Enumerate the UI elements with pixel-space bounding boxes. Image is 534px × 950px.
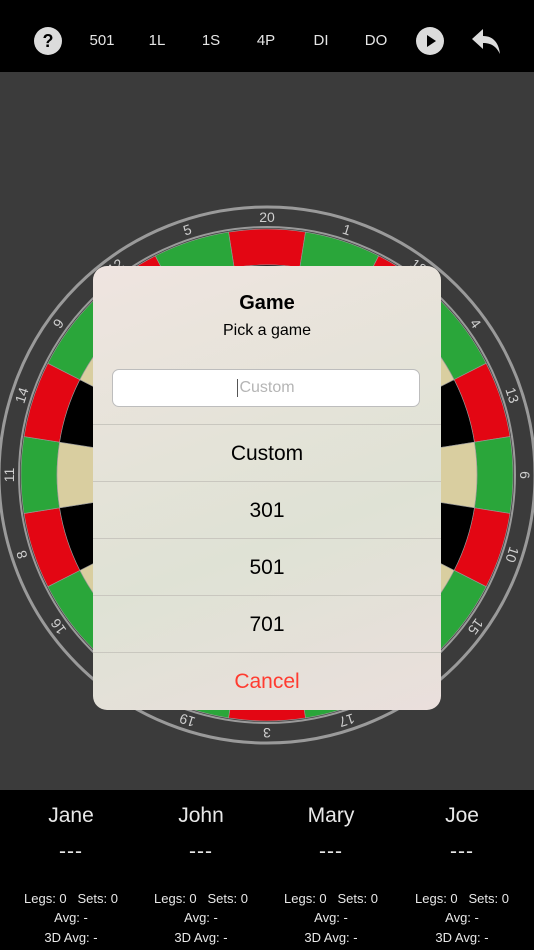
cancel-button[interactable]: Cancel (93, 652, 441, 710)
board-number-label: 13 (502, 385, 522, 405)
double-in-button[interactable]: DI (306, 22, 336, 60)
board-number-label: 5 (181, 221, 194, 239)
sets-button[interactable]: 1S (196, 22, 226, 60)
sets-value: Sets: 0 (207, 891, 248, 906)
double-segment[interactable] (474, 436, 514, 514)
game-picker-dialog: Game Pick a game Custom Custom 301 501 7… (93, 266, 441, 710)
board-number-label: 4 (467, 315, 485, 331)
scoreboard: Jane --- Legs: 0 Sets: 0 Avg: - 3D Avg: … (0, 790, 534, 950)
player-avg: Avg: - (54, 910, 88, 925)
player-score: --- (319, 840, 343, 863)
option-501[interactable]: 501 (93, 538, 441, 596)
player-legs-sets: Legs: 0 Sets: 0 (6, 891, 136, 906)
sets-value: Sets: 0 (337, 891, 378, 906)
outer-single-segment[interactable] (56, 441, 98, 509)
double-out-button[interactable]: DO (358, 22, 394, 60)
board-number-label: 3 (263, 725, 271, 741)
help-icon[interactable]: ? (34, 27, 62, 55)
outer-single-segment[interactable] (436, 441, 478, 509)
legs-value: Legs: 0 (154, 891, 197, 906)
player-avg: Avg: - (445, 910, 479, 925)
player-name: Jane (48, 804, 94, 827)
player-name: John (178, 804, 224, 827)
custom-game-input[interactable]: Custom (112, 369, 420, 407)
player-name: Mary (307, 804, 355, 827)
player-score: --- (59, 840, 83, 863)
board-number-label: 20 (259, 209, 275, 225)
play-icon[interactable] (416, 27, 444, 55)
player-3d-avg: 3D Avg: - (304, 930, 358, 945)
top-toolbar: ? 501 1L 1S 4P DI DO (0, 0, 534, 72)
players-button[interactable]: 4P (251, 22, 281, 60)
double-segment[interactable] (228, 228, 306, 268)
input-placeholder: Custom (239, 379, 295, 396)
legs-value: Legs: 0 (24, 891, 67, 906)
legs-value: Legs: 0 (284, 891, 327, 906)
board-number-label: 19 (177, 710, 197, 730)
player-legs-sets: Legs: 0 Sets: 0 (397, 891, 527, 906)
player-avg: Avg: - (314, 910, 348, 925)
undo-icon[interactable] (470, 26, 502, 56)
legs-button[interactable]: 1L (142, 22, 172, 60)
player-name: Joe (445, 804, 479, 827)
option-701[interactable]: 701 (93, 595, 441, 653)
dialog-subtitle: Pick a game (222, 322, 312, 339)
sets-value: Sets: 0 (77, 891, 118, 906)
player-score: --- (189, 840, 213, 863)
board-number-label: 1 (341, 221, 354, 239)
legs-value: Legs: 0 (415, 891, 458, 906)
board-number-label: 17 (337, 710, 357, 730)
option-301[interactable]: 301 (93, 481, 441, 539)
option-custom[interactable]: Custom (93, 424, 441, 482)
board-number-label: 8 (13, 548, 31, 561)
player-3d-avg: 3D Avg: - (44, 930, 98, 945)
player-3d-avg: 3D Avg: - (435, 930, 489, 945)
player-legs-sets: Legs: 0 Sets: 0 (266, 891, 396, 906)
player-legs-sets: Legs: 0 Sets: 0 (136, 891, 266, 906)
board-number-label: 6 (517, 471, 533, 479)
double-segment[interactable] (20, 436, 60, 514)
player-3d-avg: 3D Avg: - (174, 930, 228, 945)
player-score: --- (450, 840, 474, 863)
board-number-label: 10 (502, 545, 522, 565)
board-number-label: 14 (12, 385, 32, 405)
sets-value: Sets: 0 (468, 891, 509, 906)
dialog-title: Game (239, 292, 295, 314)
board-number-label: 11 (1, 468, 17, 483)
player-avg: Avg: - (184, 910, 218, 925)
board-number-label: 9 (50, 315, 68, 331)
game-type-button[interactable]: 501 (82, 22, 122, 60)
